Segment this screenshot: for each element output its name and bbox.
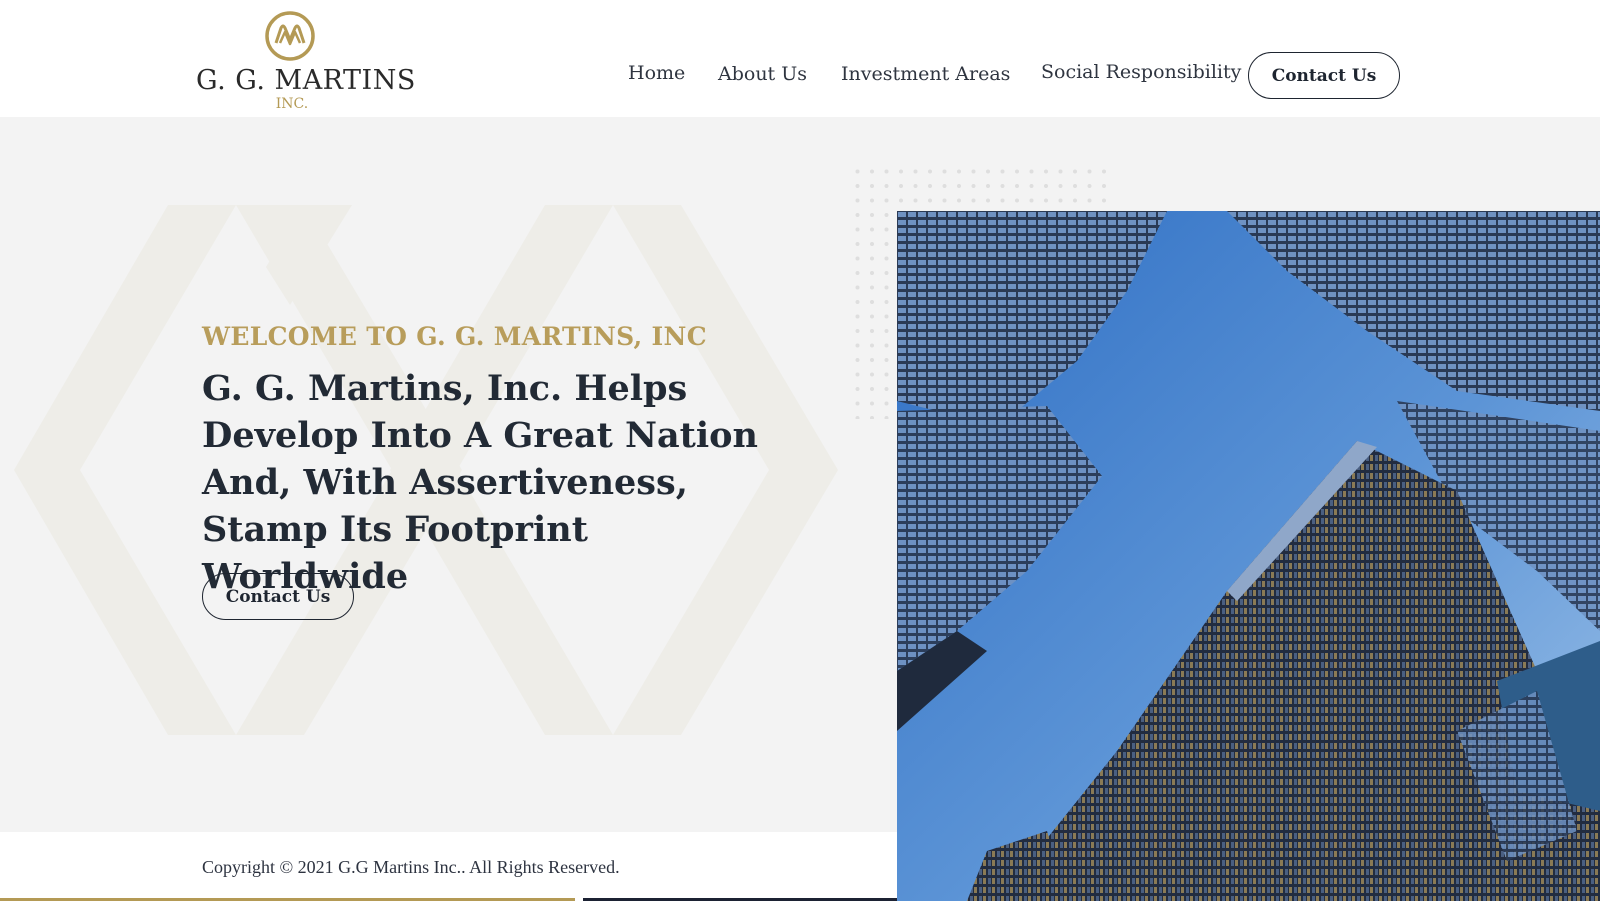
logo-suffix: INC. (275, 96, 309, 112)
skyscrapers-image (897, 211, 1600, 901)
nav-about-link[interactable]: About Us (718, 63, 807, 85)
welcome-heading: WELCOME TO G. G. MARTINS, INC (202, 322, 707, 351)
header-contact-button[interactable]: Contact Us (1248, 52, 1400, 99)
hero-section: WELCOME TO G. G. MARTINS, INC G. G. Mart… (0, 117, 1600, 901)
logo-name: G. G. MARTINS (196, 65, 416, 96)
company-logo[interactable]: G. G. MARTINS INC. (196, 10, 416, 112)
nav-investment-areas-link[interactable]: Investment Areas (841, 63, 1010, 85)
logo-emblem-icon (265, 11, 315, 61)
nav-social-responsibility-link[interactable]: Social Responsibility (1041, 61, 1241, 83)
hero-headline: G. G. Martins, Inc. Helps Develop Into A… (202, 368, 758, 597)
hero-contact-button[interactable]: Contact Us (202, 573, 354, 620)
copyright-text: Copyright © 2021 G.G Martins Inc.. All R… (202, 857, 620, 877)
site-header: G. G. MARTINS INC. Home About Us Investm… (0, 0, 1600, 117)
site-footer: Copyright © 2021 G.G Martins Inc.. All R… (0, 832, 897, 901)
nav-home-link[interactable]: Home (628, 62, 685, 84)
